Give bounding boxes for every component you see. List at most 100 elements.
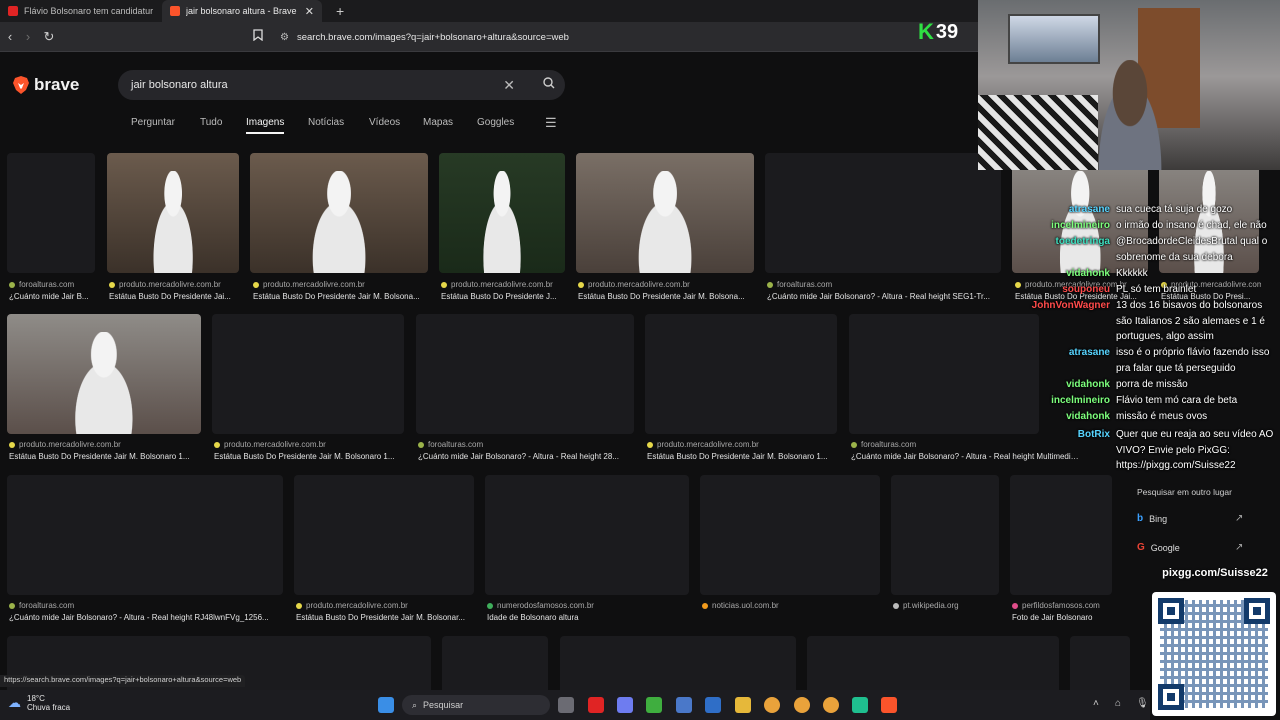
result-source[interactable]: produto.mercadolivre.com.br	[296, 601, 476, 610]
result-title[interactable]: Estátua Busto Do Presidente Jair M. Bols…	[253, 292, 431, 301]
share-icon[interactable]: ↗	[1235, 542, 1243, 553]
filter-settings-icon[interactable]: ☰	[545, 115, 557, 131]
youtube-app-icon[interactable]	[588, 697, 604, 713]
result-source[interactable]: produto.mercadolivre.com.br	[9, 440, 203, 449]
result-source[interactable]: foroalturas.com	[418, 440, 638, 449]
search-icon[interactable]	[543, 77, 555, 92]
site-info-icon[interactable]: ⚙	[280, 32, 289, 43]
result-source[interactable]: foroalturas.com	[9, 601, 285, 610]
result-title[interactable]: ¿Cuánto mide Jair Bolsonaro? - Altura - …	[9, 613, 285, 622]
image-thumbnail[interactable]	[7, 153, 95, 273]
tab-mapas[interactable]: Mapas	[423, 117, 453, 128]
network-icon[interactable]: ⌂	[1115, 698, 1121, 709]
result-source[interactable]: produto.mercadolivre.com.br	[109, 280, 241, 289]
result-source[interactable]: produto.mercadolivre.com.br	[214, 440, 408, 449]
result-title[interactable]: Estátua Busto Do Presidente Jair M. Bols…	[647, 452, 841, 461]
image-thumbnail[interactable]	[107, 153, 239, 273]
close-tab-icon[interactable]: ✕	[305, 5, 314, 18]
tab-goggles[interactable]: Goggles	[477, 117, 514, 128]
share-icon[interactable]: ↗	[1235, 513, 1243, 524]
result-title[interactable]: ¿Cuánto mide Jair Bolsonaro? - Altura - …	[418, 452, 638, 461]
result-title[interactable]: ¿Cuánto mide Jair Bolsonaro? - Altura - …	[767, 292, 1003, 301]
result-title[interactable]: Estátua Busto Do Presidente Jair M. Bols…	[578, 292, 756, 301]
tab-tudo[interactable]: Tudo	[200, 117, 222, 128]
tab-videos[interactable]: Vídeos	[369, 117, 400, 128]
vpn-app-icon[interactable]	[617, 697, 633, 713]
tab-perguntar[interactable]: Perguntar	[131, 117, 175, 128]
brave-app-icon[interactable]	[881, 697, 897, 713]
image-thumbnail[interactable]	[807, 636, 1059, 696]
chat-message: vidahonk Kkkkkk	[1066, 268, 1148, 279]
weather-widget[interactable]: ☁ 18°C Chuva fraca	[8, 694, 70, 712]
image-thumbnail[interactable]	[891, 475, 999, 595]
chat-message: atrasane sua cueca tá suja de gozo	[1068, 204, 1233, 215]
image-thumbnail[interactable]	[439, 153, 565, 273]
google-link[interactable]: G Google	[1137, 542, 1180, 553]
image-thumbnail[interactable]	[7, 314, 201, 434]
image-thumbnail[interactable]	[560, 636, 796, 696]
store-icon[interactable]	[705, 697, 721, 713]
result-title[interactable]: Foto de Jair Bolsonaro	[1012, 613, 1118, 622]
brave-logo[interactable]: brave	[12, 75, 79, 95]
microphone-icon[interactable]: 🎙	[1136, 698, 1149, 709]
search-input[interactable]: jair bolsonaro altura ✕	[118, 70, 565, 100]
result-source[interactable]: noticias.uol.com.br	[702, 601, 882, 610]
chrome-icon[interactable]	[823, 697, 839, 713]
result-title[interactable]: Estátua Busto Do Presidente Jair M. Bols…	[296, 613, 476, 622]
chrome-icon[interactable]	[764, 697, 780, 713]
image-thumbnail[interactable]	[7, 475, 283, 595]
image-thumbnail[interactable]	[485, 475, 689, 595]
bing-link[interactable]: b Bing	[1137, 513, 1167, 524]
result-source[interactable]: produto.mercadolivre.com.br	[441, 280, 567, 289]
image-thumbnail[interactable]	[1070, 636, 1130, 696]
task-view-icon[interactable]	[558, 697, 574, 713]
image-thumbnail[interactable]	[294, 475, 474, 595]
result-title[interactable]: Estátua Busto Do Presidente Jai...	[109, 292, 241, 301]
image-thumbnail[interactable]	[700, 475, 880, 595]
result-source[interactable]: produto.mercadolivre.com.br	[578, 280, 756, 289]
image-thumbnail[interactable]	[250, 153, 428, 273]
result-source[interactable]: produto.mercadolivre.com.br	[253, 280, 431, 289]
result-source[interactable]: numerodosfamosos.com.br	[487, 601, 691, 610]
result-source[interactable]: foroalturas.com	[767, 280, 1003, 289]
brand-name: brave	[34, 75, 80, 94]
result-source[interactable]: pt.wikipedia.org	[893, 601, 1001, 610]
image-thumbnail[interactable]	[7, 636, 431, 696]
image-thumbnail[interactable]	[645, 314, 837, 434]
tab-imagens[interactable]: Imagens	[246, 117, 285, 134]
result-title[interactable]: Idade de Bolsonaro altura	[487, 613, 691, 622]
weather-desc: Chuva fraca	[27, 703, 71, 712]
chevron-up-icon[interactable]: ˄	[1093, 698, 1099, 709]
folder-icon[interactable]	[735, 697, 751, 713]
image-thumbnail[interactable]	[442, 636, 548, 696]
app-icon[interactable]	[852, 697, 868, 713]
result-title[interactable]: Estátua Busto Do Presidente Jair M. Bols…	[9, 452, 203, 461]
tab-flavio[interactable]: Flávio Bolsonaro tem candidatur	[0, 0, 160, 22]
result-source[interactable]: produto.mercadolivre.com.br	[647, 440, 841, 449]
address-bar[interactable]: ⚙ search.brave.com/images?q=jair+bolsona…	[250, 26, 920, 48]
xbox-icon[interactable]	[646, 697, 662, 713]
start-icon[interactable]	[378, 697, 394, 713]
taskbar-search[interactable]: ⌕ Pesquisar	[402, 695, 550, 715]
result-title[interactable]: Estátua Busto Do Presidente J...	[441, 292, 567, 301]
image-thumbnail[interactable]	[765, 153, 1001, 273]
image-thumbnail[interactable]	[1010, 475, 1112, 595]
new-tab-icon[interactable]: +	[328, 0, 348, 22]
result-source[interactable]: perfildosfamosos.com	[1012, 601, 1118, 610]
chat-overlay: atrasane sua cueca tá suja de gozo incelm…	[1010, 202, 1280, 474]
image-thumbnail[interactable]	[576, 153, 754, 273]
result-title[interactable]: Estátua Busto Do Presidente Jair M. Bols…	[214, 452, 408, 461]
chrome-icon[interactable]	[794, 697, 810, 713]
result-source[interactable]: foroalturas.com	[9, 280, 99, 289]
result-title[interactable]: ¿Cuánto mide Jair B...	[9, 292, 101, 301]
calculator-icon[interactable]	[676, 697, 692, 713]
image-thumbnail[interactable]	[416, 314, 634, 434]
reload-icon[interactable]: ↻	[41, 29, 57, 45]
tab-brave-search[interactable]: jair bolsonaro altura - Brave Sea ✕	[162, 0, 322, 22]
back-icon[interactable]: ‹	[2, 29, 18, 45]
clear-icon[interactable]: ✕	[503, 77, 515, 94]
image-thumbnail[interactable]	[212, 314, 404, 434]
tab-noticias[interactable]: Notícias	[308, 117, 344, 128]
forward-icon[interactable]: ›	[20, 29, 36, 45]
streamer	[1090, 60, 1170, 170]
